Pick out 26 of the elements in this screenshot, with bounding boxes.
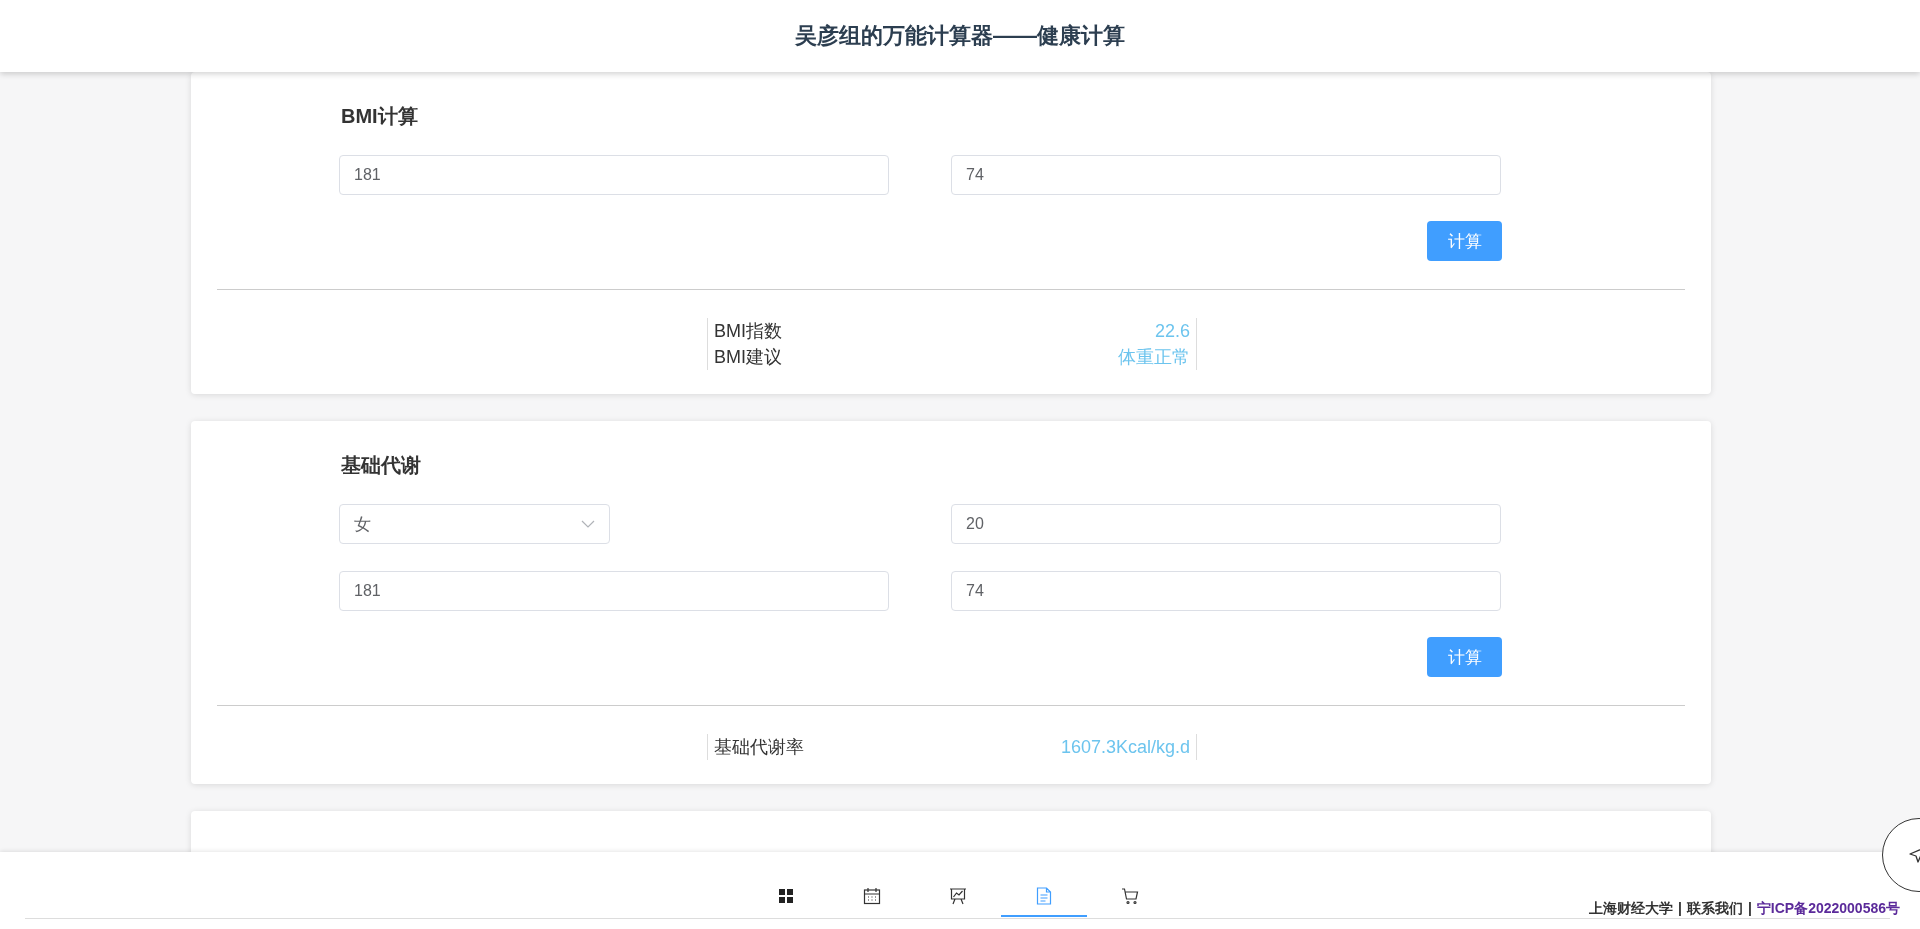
result-label: 基础代谢率 [714,736,804,759]
presentation-chart-icon [949,886,967,905]
card-title: BMI计算 [341,104,419,129]
page-title: 吴彦组的万能计算器——健康计算 [795,22,1125,50]
cart-icon [1121,886,1139,905]
input-field[interactable]: 74 [951,571,1501,611]
input-field[interactable]: 181 [339,571,889,611]
separator-text: | [1677,900,1682,918]
result-label: BMI指数 [714,320,782,343]
result-value: 1607.3Kcal/kg.d [1060,736,1190,759]
result-value: 体重正常 [1118,346,1190,369]
result-value: 22.6 [1154,320,1190,343]
card-title: 基础代谢 [341,453,422,478]
select-field[interactable]: 女 [339,504,610,544]
chevron-down-icon [581,520,595,528]
result-label: BMI建议 [714,346,782,369]
input-field[interactable]: 181 [339,155,889,195]
document-icon [1036,886,1052,905]
calendar-icon [863,886,881,905]
contact-link[interactable]: 联系我们 [1686,900,1743,918]
school-link[interactable]: 上海财经大学 [1588,900,1673,918]
icp-link[interactable]: 宁ICP备2022000586号 [1756,900,1900,918]
separator-text: | [1747,900,1752,918]
input-field[interactable]: 74 [951,155,1501,195]
input-field[interactable]: 20 [951,504,1501,544]
grid-icon [778,887,794,904]
